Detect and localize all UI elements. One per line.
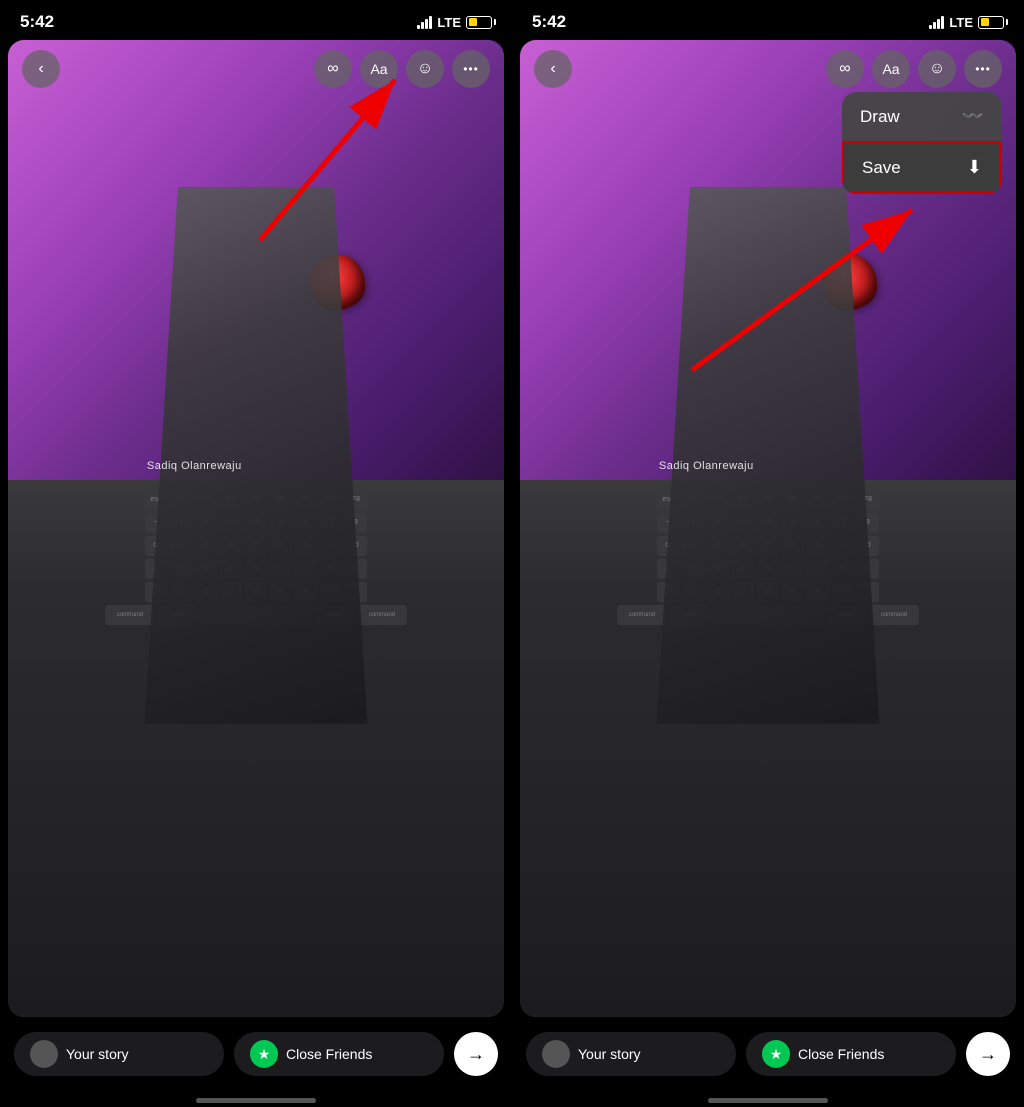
avatar-right [542, 1040, 570, 1068]
bar2r [933, 22, 936, 29]
your-story-label-right: Your story [578, 1046, 641, 1062]
close-friends-label-left: Close Friends [286, 1046, 372, 1062]
infinity-button-right[interactable]: ∞ [826, 50, 864, 88]
draw-icon: 〰️ [962, 106, 984, 127]
sticker-button-left[interactable]: ☺ [406, 50, 444, 88]
save-label: Save [862, 158, 901, 178]
avatar-left [30, 1040, 58, 1068]
toolbar-right-right: ∞ Aa ☺ ••• [826, 50, 1002, 88]
battery-left [466, 16, 492, 29]
story-area-right: esc F1 F2 F3 F4 F5 F6 F7 F8 ~ 1 [520, 40, 1016, 1017]
toolbar-right-left: ∞ Aa ☺ ••• [314, 50, 490, 88]
key: command [357, 605, 407, 625]
status-bar-left: 5:42 LTE [0, 0, 512, 38]
bar3r [937, 19, 940, 29]
star-icon-left: ★ [250, 1040, 278, 1068]
battery-fill-left [469, 18, 477, 26]
status-bar-right: 5:42 LTE [512, 0, 1024, 38]
story-username-left: Sadiq Olanrewaju [147, 460, 242, 472]
your-story-label-left: Your story [66, 1046, 129, 1062]
bar4 [429, 16, 432, 29]
lte-label-right: LTE [949, 15, 973, 30]
key: command [617, 605, 667, 625]
home-indicator-left [196, 1098, 316, 1103]
star-icon-right: ★ [762, 1040, 790, 1068]
toolbar-left: ‹ ∞ Aa ☺ ••• [8, 50, 504, 88]
close-friends-button-left[interactable]: ★ Close Friends [234, 1032, 444, 1076]
text-button-left[interactable]: Aa [360, 50, 398, 88]
save-menu-item[interactable]: Save ⬇ [842, 141, 1002, 194]
close-friends-label-right: Close Friends [798, 1046, 884, 1062]
story-area-left: esc F1 F2 F3 F4 F5 F6 F7 F8 ~ 1 [8, 40, 504, 1017]
more-button-right[interactable]: ••• [964, 50, 1002, 88]
save-icon: ⬇ [967, 157, 982, 178]
bottom-bar-left: Your story ★ Close Friends → [0, 1017, 512, 1107]
home-indicator-right [708, 1098, 828, 1103]
time-left: 5:42 [20, 12, 54, 32]
send-button-right[interactable]: → [966, 1032, 1010, 1076]
time-right: 5:42 [532, 12, 566, 32]
story-username-right: Sadiq Olanrewaju [659, 460, 754, 472]
bar1r [929, 25, 932, 29]
more-button-left[interactable]: ••• [452, 50, 490, 88]
battery-fill-right [981, 18, 989, 26]
bar2 [421, 22, 424, 29]
infinity-button-left[interactable]: ∞ [314, 50, 352, 88]
draw-label: Draw [860, 107, 900, 127]
status-icons-right: LTE [929, 15, 1004, 30]
your-story-button-left[interactable]: Your story [14, 1032, 224, 1076]
signal-bars-left [417, 16, 432, 29]
left-screen: 5:42 LTE [0, 0, 512, 1107]
close-friends-button-right[interactable]: ★ Close Friends [746, 1032, 956, 1076]
bar1 [417, 25, 420, 29]
back-button-right[interactable]: ‹ [534, 50, 572, 88]
lte-label-left: LTE [437, 15, 461, 30]
bar3 [425, 19, 428, 29]
bottom-bar-right: Your story ★ Close Friends → [512, 1017, 1024, 1107]
draw-menu-item[interactable]: Draw 〰️ [842, 92, 1002, 141]
phone-stand-right [656, 187, 879, 724]
story-bg-left: esc F1 F2 F3 F4 F5 F6 F7 F8 ~ 1 [8, 40, 504, 1017]
battery-right [978, 16, 1004, 29]
sticker-button-right[interactable]: ☺ [918, 50, 956, 88]
right-screen: 5:42 LTE [512, 0, 1024, 1107]
dropdown-menu: Draw 〰️ Save ⬇ [842, 92, 1002, 194]
send-button-left[interactable]: → [454, 1032, 498, 1076]
key: command [105, 605, 155, 625]
signal-bars-right [929, 16, 944, 29]
status-icons-left: LTE [417, 15, 492, 30]
bar4r [941, 16, 944, 29]
toolbar-right: ‹ ∞ Aa ☺ ••• [520, 50, 1016, 88]
back-button-left[interactable]: ‹ [22, 50, 60, 88]
key: command [869, 605, 919, 625]
text-button-right[interactable]: Aa [872, 50, 910, 88]
phone-stand-left [144, 187, 367, 724]
your-story-button-right[interactable]: Your story [526, 1032, 736, 1076]
